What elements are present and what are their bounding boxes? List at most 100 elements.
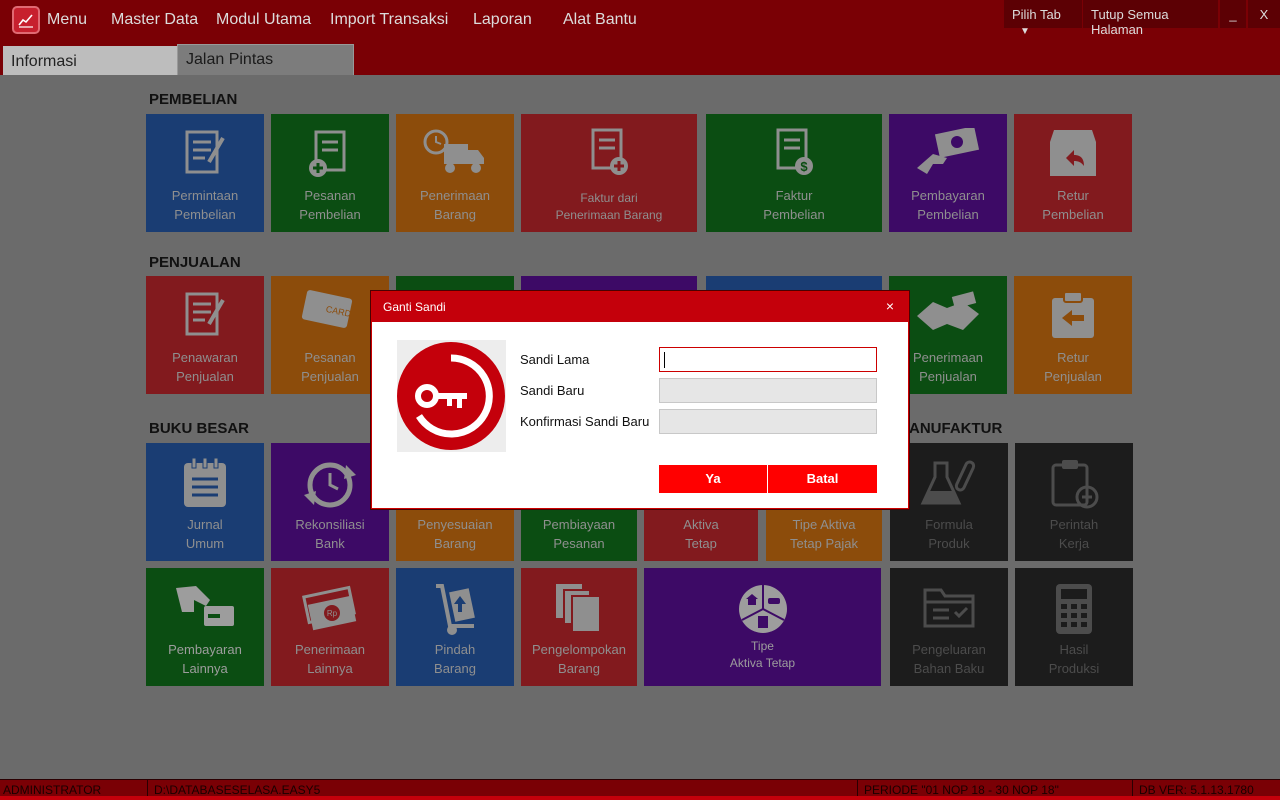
folder-check-icon <box>923 588 975 628</box>
tile-retur-penjualan[interactable]: Retur Penjualan <box>1014 276 1132 394</box>
tile-label: Pembayaran Lainnya <box>168 642 242 676</box>
clipboard-return-icon <box>1052 291 1094 338</box>
cancel-button[interactable]: Batal <box>768 465 877 493</box>
tile-label: Penawaran Penjualan <box>172 350 238 384</box>
tile-penerimaan-lainnya[interactable]: Rp Penerimaan Lainnya <box>271 568 389 686</box>
confirm-password-input[interactable] <box>659 409 877 434</box>
status-strip <box>0 796 1280 800</box>
tile-label: Aktiva Tetap <box>683 517 719 551</box>
dialog-title: Ganti Sandi <box>383 300 446 314</box>
document-add-icon <box>309 130 346 177</box>
tile-label: Perintah Kerja <box>1049 517 1099 551</box>
new-password-input[interactable] <box>659 378 877 403</box>
ok-button[interactable]: Ya <box>659 465 767 493</box>
sync-clock-icon <box>304 462 356 508</box>
top-menu-bar: Menu Master Data Modul Utama Import Tran… <box>0 0 1280 75</box>
section-manufaktur: ANUFAKTUR <box>909 420 1003 437</box>
tile-label: Pengelompokan Barang <box>532 642 626 676</box>
tile-tipe-aktiva-tetap[interactable]: Tipe Aktiva Tetap <box>644 568 881 686</box>
hand-truck-icon <box>436 584 475 635</box>
tile-label: Pembayaran Pembelian <box>911 188 985 222</box>
document-edit-icon <box>185 130 225 174</box>
key-icon <box>397 342 505 450</box>
tile-retur-pembelian[interactable]: Retur Pembelian <box>1014 114 1132 232</box>
tile-label: Rekonsiliasi Bank <box>295 517 365 551</box>
text-cursor <box>664 351 665 368</box>
app-logo-icon[interactable] <box>12 6 40 34</box>
menu-menu[interactable]: Menu <box>47 11 87 29</box>
menu-laporan[interactable]: Laporan <box>473 11 532 29</box>
tile-label: Pesanan Pembelian <box>299 188 361 222</box>
tile-label: Pembiayaan Pesanan <box>542 517 616 551</box>
delivery-truck-icon <box>423 129 484 173</box>
section-penjualan: PENJUALAN <box>149 254 241 271</box>
tile-pembayaran-pembelian[interactable]: Pembayaran Pembelian <box>889 114 1007 232</box>
tile-faktur-pembelian[interactable]: $ Faktur Pembelian <box>706 114 882 232</box>
tile-penawaran-penjualan[interactable]: Penawaran Penjualan <box>146 276 264 394</box>
tile-label: Faktur dari Penerimaan Barang <box>555 191 663 222</box>
handshake-money-icon <box>917 291 979 330</box>
menu-alat-bantu[interactable]: Alat Bantu <box>563 11 637 29</box>
money-rp-icon: Rp <box>302 585 357 631</box>
tile-label: Penerimaan Barang <box>419 188 491 222</box>
tile-label: Pindah Barang <box>434 642 476 676</box>
tile-jurnal-umum[interactable]: Jurnal Umum <box>146 443 264 561</box>
minimize-button[interactable]: _ <box>1220 0 1246 28</box>
tile-permintaan-pembelian[interactable]: Permintaan Pembelian <box>146 114 264 232</box>
close-app-button[interactable]: X <box>1248 0 1280 28</box>
pilih-tab-label: Pilih Tab <box>1012 7 1061 22</box>
calculator-icon <box>1056 584 1092 634</box>
lab-flask-icon <box>920 460 976 505</box>
tile-label: Permintaan Pembelian <box>171 188 239 222</box>
tile-hasil-produksi[interactable]: Hasil Produksi <box>1015 568 1133 686</box>
status-user: ADMINISTRATOR <box>3 783 102 797</box>
svg-text:$: $ <box>800 159 808 174</box>
tile-pesanan-pembelian[interactable]: Pesanan Pembelian <box>271 114 389 232</box>
tile-label: Tipe Aktiva Tetap <box>729 639 796 670</box>
close-icon[interactable]: × <box>886 298 894 314</box>
invoice-add-icon <box>591 128 628 175</box>
tile-label: Tipe Aktiva Tetap Pajak <box>790 517 858 551</box>
hand-money-icon <box>917 128 980 174</box>
tile-label: Penerimaan Lainnya <box>294 642 366 676</box>
menu-import-transaksi[interactable]: Import Transaksi <box>330 11 448 29</box>
svg-text:Rp: Rp <box>327 609 338 618</box>
status-periode: PERIODE "01 NOP 18 - 30 NOP 18" <box>864 783 1059 797</box>
files-stack-icon <box>556 584 601 633</box>
menu-modul-utama[interactable]: Modul Utama <box>216 11 311 29</box>
tile-label: Penyesuaian Barang <box>417 517 493 551</box>
tile-pengeluaran-bahan-baku[interactable]: Pengeluaran Bahan Baku <box>890 568 1008 686</box>
change-password-dialog: Ganti Sandi × Sandi Lama Sandi Baru Konf… <box>371 291 909 509</box>
section-buku-besar: BUKU BESAR <box>149 420 250 437</box>
notebook-icon <box>184 457 226 507</box>
dialog-title-bar: Ganti Sandi × <box>372 292 908 322</box>
tile-label: Pengeluaran Bahan Baku <box>912 642 986 676</box>
hand-card-icon <box>176 586 234 626</box>
tile-penerimaan-barang[interactable]: Penerimaan Barang <box>396 114 514 232</box>
tile-label: Formula Produk <box>925 517 973 551</box>
tile-pembayaran-lainnya[interactable]: Pembayaran Lainnya <box>146 568 264 686</box>
tab-informasi[interactable]: Informasi <box>3 46 177 75</box>
box-return-icon <box>1050 130 1096 176</box>
tile-label: Faktur Pembelian <box>763 188 825 222</box>
tutup-semua-button[interactable]: Tutup Semua Halaman <box>1083 0 1218 37</box>
old-password-input[interactable] <box>659 347 877 372</box>
pilih-tab-dropdown[interactable]: Pilih Tab ▼ <box>1004 0 1082 37</box>
status-db-path: D:\DATABASESELASA.EASY5 <box>154 783 321 797</box>
credit-card-icon: CARD <box>301 290 352 328</box>
tile-label: Retur Pembelian <box>1042 188 1104 222</box>
tile-faktur-dari-penerimaan[interactable]: Faktur dari Penerimaan Barang <box>521 114 697 232</box>
tile-pindah-barang[interactable]: Pindah Barang <box>396 568 514 686</box>
section-pembelian: PEMBELIAN <box>149 91 238 108</box>
tile-pengelompokan-barang[interactable]: Pengelompokan Barang <box>521 568 637 686</box>
clipboard-add-icon <box>1051 460 1099 509</box>
tile-label: Retur Penjualan <box>1044 350 1102 384</box>
label-sandi-baru: Sandi Baru <box>520 383 585 398</box>
tab-jalan-pintas[interactable]: Jalan Pintas <box>177 44 354 75</box>
key-icon-box <box>397 340 506 452</box>
menu-master-data[interactable]: Master Data <box>111 11 198 29</box>
tile-label: Jurnal Umum <box>185 517 225 551</box>
status-db-version: DB VER: 5.1.13.1780 <box>1139 783 1254 797</box>
tile-perintah-kerja[interactable]: Perintah Kerja <box>1015 443 1133 561</box>
chevron-down-icon: ▼ <box>1020 26 1030 37</box>
